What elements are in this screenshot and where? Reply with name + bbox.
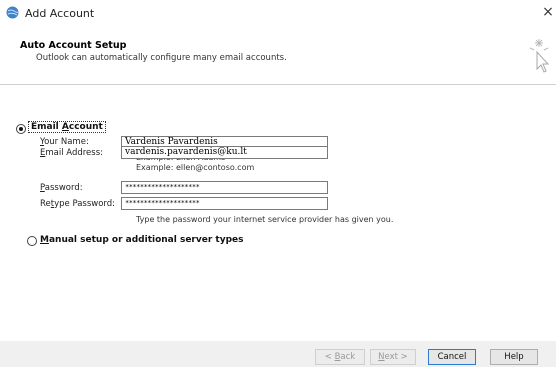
email-account-label-part: Email (31, 122, 62, 132)
password-input[interactable]: ******************** (121, 181, 328, 194)
retype-password-label-rest: ype Password: (54, 199, 116, 209)
email-account-radio[interactable] (16, 124, 26, 134)
back-button-pre: < (324, 352, 335, 362)
back-button-rest: ack (340, 352, 356, 362)
your-name-label-rest: our Name: (44, 137, 89, 147)
retype-password-label: Retype Password: (40, 199, 115, 209)
title-bar: Add Account × (0, 0, 556, 26)
retype-password-label-pre: Re (40, 199, 51, 209)
email-address-label-rest: mail Address: (45, 148, 104, 158)
next-button-rest: ext > (384, 352, 408, 362)
back-button[interactable]: < Back (315, 349, 365, 365)
email-address-label: Email Address: (40, 148, 103, 158)
next-button[interactable]: Next > (370, 349, 416, 365)
email-address-hint: Example: ellen@contoso.com (136, 163, 255, 172)
help-button[interactable]: Help (490, 349, 538, 365)
page-title: Auto Account Setup (20, 40, 127, 51)
wizard-header: Auto Account Setup Outlook can automatic… (0, 26, 556, 85)
close-icon: × (542, 4, 554, 20)
your-name-label: Your Name: (40, 137, 89, 147)
password-label-rest: assword: (44, 183, 83, 193)
manual-setup-label-accel: M (40, 235, 49, 245)
outlook-globe-icon (6, 6, 19, 19)
manual-setup-label-rest: anual setup or additional server types (48, 235, 244, 245)
password-hint: Type the password your internet service … (136, 215, 394, 224)
close-button[interactable]: × (540, 3, 556, 21)
cancel-button[interactable]: Cancel (428, 349, 476, 365)
retype-password-input[interactable]: ******************** (121, 197, 328, 210)
email-account-label[interactable]: Email Account (28, 121, 106, 133)
email-account-label-accel: A (61, 122, 69, 132)
sparkle-cursor-icon (529, 39, 550, 73)
page-subtitle: Outlook can automatically configure many… (36, 53, 287, 63)
email-address-input[interactable]: vardenis.pavardenis@ku.lt (121, 146, 328, 159)
manual-setup-radio[interactable] (27, 236, 37, 246)
manual-setup-label[interactable]: Manual setup or additional server types (40, 235, 243, 245)
password-label: Password: (40, 183, 83, 193)
window-title: Add Account (25, 7, 95, 20)
email-account-label-rest: ccount (68, 122, 103, 132)
